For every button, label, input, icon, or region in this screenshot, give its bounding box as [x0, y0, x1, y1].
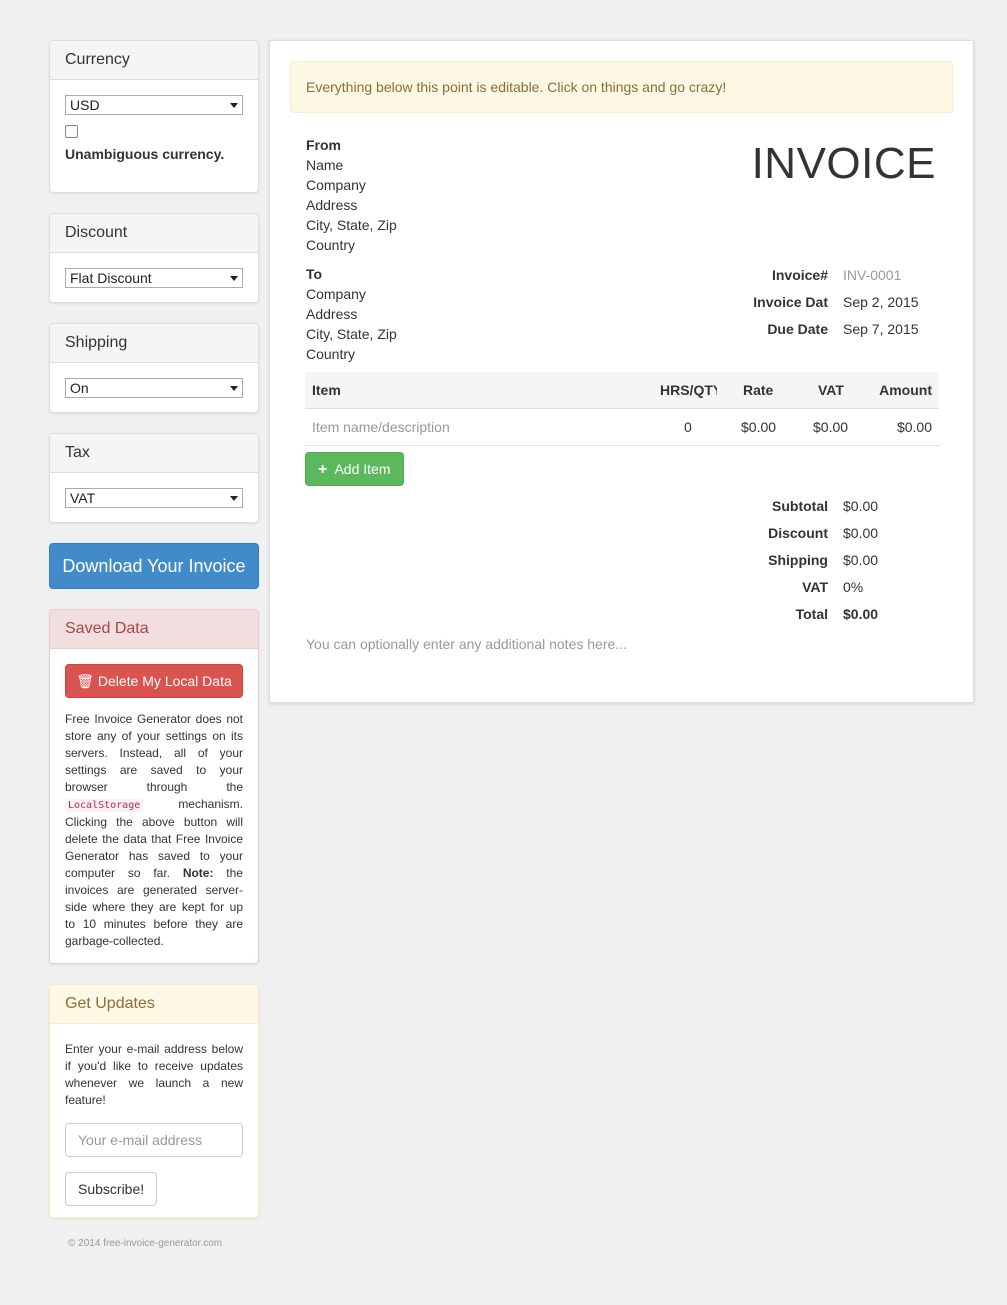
download-invoice-button[interactable]: Download Your Invoice [49, 543, 259, 589]
subtotal-label: Subtotal [772, 498, 828, 514]
invoice-title[interactable]: INVOICE [752, 139, 936, 189]
header-amount: Amount [879, 382, 932, 398]
invoice-date-label: Invoice Dat [753, 294, 828, 310]
from-line[interactable]: Company [306, 175, 397, 195]
unambiguous-currency-label: Unambiguous currency. [65, 146, 225, 162]
discount-panel: Discount Flat Discount [49, 213, 259, 303]
discount-label: Discount [768, 525, 828, 541]
currency-select[interactable]: USD [65, 95, 243, 115]
trash-icon: 🗑 [76, 673, 95, 689]
saved-data-description: Free Invoice Generator does not store an… [65, 712, 243, 948]
to-address[interactable]: To Company Address City, State, Zip Coun… [306, 264, 397, 364]
subscribe-button[interactable]: Subscribe! [65, 1172, 158, 1206]
to-line[interactable]: City, State, Zip [306, 324, 397, 344]
shipping-label: Shipping [768, 552, 828, 568]
header-vat: VAT [818, 382, 844, 398]
item-amount: $0.00 [896, 419, 932, 435]
saved-data-panel-title: Saved Data [50, 610, 258, 649]
discount-panel-title: Discount [50, 214, 258, 253]
get-updates-panel-title: Get Updates [50, 985, 258, 1024]
shipping-value[interactable]: $0.00 [843, 547, 878, 574]
sidebar: Currency USD Unambiguous currency. Disco… [49, 40, 259, 1249]
to-line[interactable]: Company [306, 284, 397, 304]
to-line[interactable]: Country [306, 344, 397, 364]
header-rate: Rate [743, 382, 774, 398]
invoice-sheet: Everything below this point is editable.… [269, 40, 974, 703]
caret-down-icon [230, 496, 238, 501]
item-vat[interactable]: $0.00 [813, 409, 848, 446]
items-table-header: Item HRS/QTY Rate VAT Amount [305, 372, 939, 409]
due-date-value[interactable]: Sep 7, 2015 [843, 321, 919, 337]
discount-row: Discount $0.00 [710, 520, 960, 547]
editable-alert: Everything below this point is editable.… [290, 61, 953, 113]
saved-data-panel: Saved Data 🗑 Delete My Local Data Free I… [49, 609, 259, 964]
currency-panel: Currency USD Unambiguous currency. [49, 40, 259, 193]
to-heading: To [306, 266, 323, 282]
discount-value[interactable]: $0.00 [843, 520, 878, 547]
add-item-button[interactable]: + Add Item [305, 452, 404, 486]
vat-row: VAT 0% [710, 574, 960, 601]
tax-select-value: VAT [70, 490, 96, 506]
from-address[interactable]: From Name Company Address City, State, Z… [306, 135, 397, 255]
unambiguous-currency-checkbox[interactable] [65, 125, 78, 138]
shipping-panel: Shipping On [49, 323, 259, 413]
caret-down-icon [230, 276, 238, 281]
discount-select-value: Flat Discount [70, 270, 152, 286]
total-value: $0.00 [843, 606, 879, 622]
from-line[interactable]: Country [306, 235, 397, 255]
due-date-label: Due Date [767, 321, 828, 337]
delete-local-data-button[interactable]: 🗑 Delete My Local Data [65, 664, 243, 698]
from-line[interactable]: Name [306, 155, 397, 175]
caret-down-icon [230, 103, 238, 108]
delete-local-data-label: Delete My Local Data [97, 673, 232, 689]
tax-panel: Tax VAT [49, 433, 259, 523]
add-item-label: Add Item [334, 461, 391, 477]
shipping-select[interactable]: On [65, 378, 243, 398]
due-date-row: Due Date Sep 7, 2015 [710, 321, 960, 348]
invoice-date-value[interactable]: Sep 2, 2015 [843, 294, 919, 310]
tax-panel-title: Tax [50, 434, 258, 473]
get-updates-panel: Get Updates Enter your e-mail address be… [49, 984, 259, 1218]
header-item: Item [312, 382, 341, 398]
table-row: Item name/description 0 $0.00 $0.00 $0.0… [305, 409, 939, 446]
invoice-meta: Invoice# INV-0001 Invoice Dat Sep 2, 201… [710, 267, 960, 348]
invoice-number-value[interactable]: INV-0001 [843, 267, 901, 283]
plus-icon: + [318, 461, 328, 478]
item-description[interactable]: Item name/description [312, 409, 450, 446]
caret-down-icon [230, 386, 238, 391]
vat-label: VAT [802, 579, 828, 595]
notes-field[interactable]: You can optionally enter any additional … [306, 636, 627, 652]
invoice-number-row: Invoice# INV-0001 [710, 267, 960, 294]
shipping-panel-title: Shipping [50, 324, 258, 363]
item-rate[interactable]: $0.00 [741, 409, 776, 446]
vat-value[interactable]: 0% [843, 574, 863, 601]
totals: Subtotal $0.00 Discount $0.00 Shipping $… [710, 493, 960, 628]
header-qty: HRS/QTY [660, 382, 717, 398]
invoice-number-label: Invoice# [771, 267, 828, 283]
total-label: Total [795, 606, 828, 622]
from-heading: From [306, 137, 341, 153]
from-line[interactable]: City, State, Zip [306, 215, 397, 235]
email-input[interactable]: Your e-mail address [65, 1123, 243, 1157]
localstorage-code: LocalStorage [65, 799, 144, 812]
currency-select-value: USD [70, 97, 100, 113]
from-line[interactable]: Address [306, 195, 397, 215]
subtotal-value: $0.00 [843, 498, 879, 514]
shipping-select-value: On [70, 380, 89, 396]
item-qty[interactable]: 0 [684, 409, 692, 446]
invoice-date-row: Invoice Dat Sep 2, 2015 [710, 294, 960, 321]
copyright: © 2014 free-invoice-generator.com [68, 1238, 223, 1249]
discount-select[interactable]: Flat Discount [65, 268, 243, 288]
to-line[interactable]: Address [306, 304, 397, 324]
tax-select[interactable]: VAT [65, 488, 243, 508]
shipping-row: Shipping $0.00 [710, 547, 960, 574]
get-updates-description: Enter your e-mail address below if you'd… [65, 1042, 243, 1107]
currency-panel-title: Currency [50, 41, 258, 80]
total-row: Total $0.00 [710, 601, 960, 628]
subtotal-row: Subtotal $0.00 [710, 493, 960, 520]
